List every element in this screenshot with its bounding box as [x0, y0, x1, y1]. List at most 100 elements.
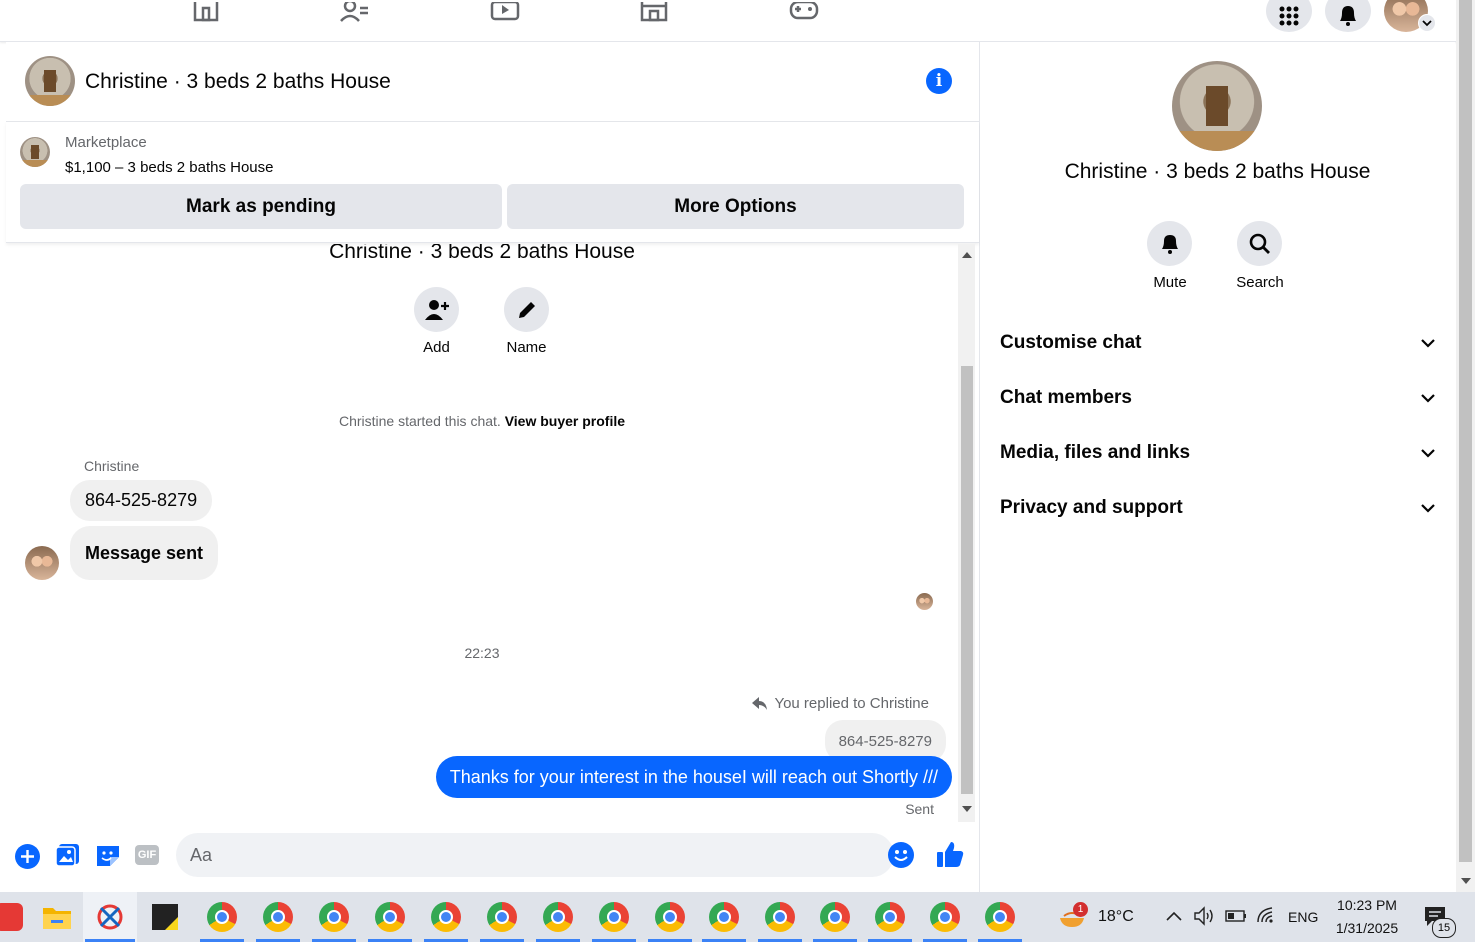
add-label: Add — [423, 339, 450, 356]
message-placeholder: Aa — [190, 845, 213, 865]
listing-title[interactable]: $1,100 – 3 beds 2 baths House — [65, 159, 274, 176]
search-icon — [1249, 233, 1270, 254]
notifications-button[interactable] — [1325, 0, 1371, 32]
listing-thumbnail[interactable] — [20, 137, 50, 167]
customise-chat-section[interactable]: Customise chat — [1000, 328, 1435, 358]
notification-count: 15 — [1432, 918, 1456, 938]
section-label: Media, files and links — [1000, 442, 1191, 463]
incoming-message[interactable]: 864-525-8279 — [70, 480, 213, 521]
info-icon[interactable]: i — [926, 68, 952, 94]
replied-text: You replied to Christine — [774, 695, 929, 712]
composer: GIF Aa — [6, 822, 979, 892]
privacy-support-section[interactable]: Privacy and support — [1000, 493, 1435, 523]
details-avatar[interactable] — [1172, 61, 1262, 151]
clock-time[interactable]: 10:23 PM — [1332, 897, 1402, 913]
clock-date[interactable]: 1/31/2025 — [1332, 920, 1402, 936]
marketplace-label: Marketplace — [65, 134, 147, 151]
thumbs-up-icon[interactable] — [936, 840, 964, 873]
search-button[interactable] — [1237, 221, 1282, 266]
mute-button[interactable] — [1147, 221, 1192, 266]
chat-members-section[interactable]: Chat members — [1000, 383, 1435, 413]
chat-panel: Christine · 3 beds 2 baths House i Marke… — [6, 42, 980, 892]
grid-icon — [1279, 6, 1299, 26]
name-chat-button[interactable] — [504, 287, 549, 332]
weather-badge: 1 — [1073, 902, 1088, 917]
search-label: Search — [1236, 274, 1284, 291]
marketplace-icon[interactable] — [639, 0, 669, 22]
weather-temp[interactable]: 18°C — [1098, 908, 1134, 926]
chrome-icon[interactable] — [763, 900, 797, 934]
chrome-icon[interactable] — [983, 900, 1017, 934]
sticker-icon[interactable] — [96, 843, 120, 872]
chrome-icon[interactable] — [317, 900, 351, 934]
listing-avatar[interactable] — [25, 56, 75, 106]
view-buyer-profile-link[interactable]: View buyer profile — [505, 413, 625, 429]
chrome-icon[interactable] — [818, 900, 852, 934]
read-receipt-avatar — [916, 593, 933, 610]
gaming-icon[interactable] — [789, 0, 819, 22]
chrome-icon[interactable] — [541, 900, 575, 934]
thread-scrollbar[interactable] — [958, 244, 975, 822]
chevron-down-icon — [1421, 503, 1435, 513]
chrome-icon[interactable] — [373, 900, 407, 934]
snipping-tool-icon[interactable] — [93, 900, 127, 934]
message-thread: Christine · 3 beds 2 baths House Add Nam… — [6, 244, 958, 822]
chrome-icon[interactable] — [873, 900, 907, 934]
menu-grid-button[interactable] — [1266, 0, 1312, 32]
pencil-icon — [518, 301, 535, 318]
emoji-icon[interactable] — [888, 842, 914, 868]
window-scrollbar[interactable] — [1456, 0, 1475, 892]
chat-started-notice: Christine started this chat. View buyer … — [6, 413, 958, 429]
chevron-up-icon[interactable] — [1166, 910, 1182, 922]
chevron-down-icon — [1421, 393, 1435, 403]
sender-avatar[interactable] — [25, 546, 59, 580]
chrome-icon[interactable] — [928, 900, 962, 934]
app-icon[interactable] — [0, 900, 26, 934]
section-label: Chat members — [1000, 387, 1132, 408]
mark-pending-button[interactable]: Mark as pending — [20, 184, 502, 229]
volume-icon[interactable] — [1194, 906, 1216, 926]
account-chevron-icon[interactable] — [1418, 14, 1436, 32]
chrome-icon[interactable] — [485, 900, 519, 934]
chrome-icon[interactable] — [707, 900, 741, 934]
photo-icon[interactable] — [55, 843, 80, 872]
section-label: Customise chat — [1000, 332, 1142, 353]
plus-icon[interactable] — [15, 844, 40, 869]
section-label: Privacy and support — [1000, 497, 1183, 518]
bell-icon — [1340, 6, 1356, 26]
chrome-icon[interactable] — [205, 900, 239, 934]
scroll-down-icon[interactable] — [1461, 877, 1471, 885]
message-input[interactable]: Aa — [176, 833, 914, 877]
home-icon[interactable] — [191, 0, 221, 22]
window-scroll-thumb[interactable] — [1459, 0, 1472, 862]
chat-details-panel: Christine · 3 beds 2 baths House Mute Se… — [980, 42, 1455, 892]
thread-title: Christine · 3 beds 2 baths House — [329, 244, 635, 263]
battery-icon[interactable] — [1225, 910, 1247, 922]
top-navigation — [0, 0, 1456, 42]
scroll-thumb[interactable] — [961, 366, 973, 794]
gif-icon[interactable]: GIF — [135, 845, 159, 865]
scroll-down-icon[interactable] — [962, 805, 972, 813]
scroll-up-icon[interactable] — [962, 251, 972, 259]
incoming-message[interactable]: Message sent — [70, 526, 219, 580]
media-files-links-section[interactable]: Media, files and links — [1000, 438, 1435, 468]
video-icon[interactable] — [490, 0, 520, 22]
message-timestamp: 22:23 — [464, 645, 500, 661]
friends-icon[interactable] — [340, 0, 370, 22]
chevron-down-icon — [1421, 338, 1435, 348]
message-status: Sent — [905, 801, 934, 817]
language-indicator[interactable]: ENG — [1288, 909, 1318, 925]
reply-indicator: You replied to Christine — [752, 695, 929, 712]
chrome-icon[interactable] — [653, 900, 687, 934]
chrome-icon[interactable] — [597, 900, 631, 934]
wifi-icon[interactable] — [1256, 906, 1276, 924]
chrome-icon[interactable] — [261, 900, 295, 934]
chrome-icon[interactable] — [429, 900, 463, 934]
add-person-icon — [424, 299, 449, 320]
file-explorer-icon[interactable] — [40, 900, 74, 934]
add-people-button[interactable] — [414, 287, 459, 332]
sticky-notes-icon[interactable] — [148, 900, 182, 934]
more-options-button[interactable]: More Options — [507, 184, 964, 229]
chat-title[interactable]: Christine · 3 beds 2 baths House — [85, 70, 391, 94]
outgoing-message[interactable]: Thanks for your interest in the houseI w… — [435, 756, 952, 798]
